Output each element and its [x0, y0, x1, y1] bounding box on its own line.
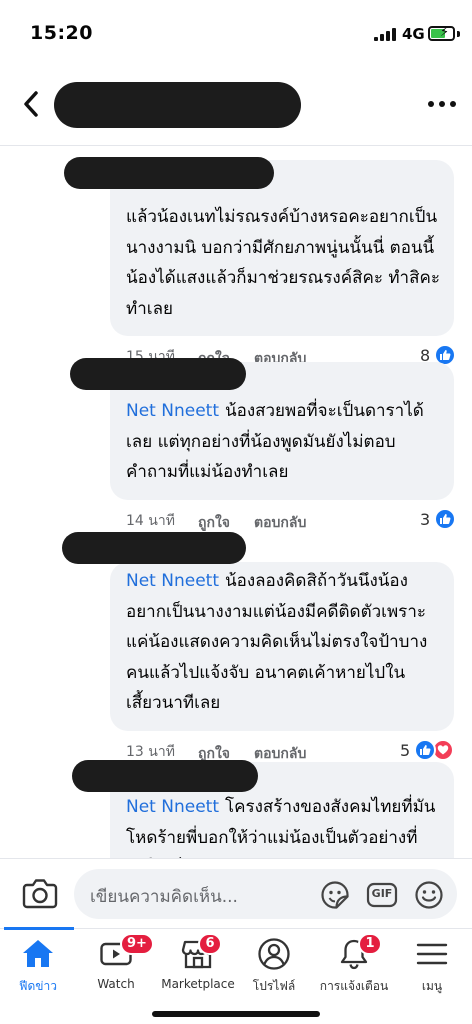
comment-author[interactable]: Net Nneett [126, 401, 219, 421]
notifications-badge: 1 [358, 933, 382, 955]
sticker-icon[interactable] [320, 880, 350, 910]
dot-icon [439, 101, 445, 107]
dot-icon [450, 101, 456, 107]
tab-marketplace[interactable]: 6 Marketplace [152, 929, 244, 999]
watch-badge: 9+ [120, 933, 154, 955]
network-type: 4G [402, 25, 425, 43]
comment-body: น้องลองคิดสิถ้าวันนึงน้องอยากเป็นนางงามแ… [126, 571, 428, 713]
emoji-icon[interactable] [414, 880, 444, 910]
tab-menu[interactable]: เมนู [390, 929, 472, 999]
comment-input-placeholder: เขียนความคิดเห็น... [90, 887, 238, 907]
bottom-tab-bar: ฟีดข่าว 9+ Watch 6 Marketplace โปรไฟล์ 1… [0, 927, 472, 1024]
redacted-commenter-name [70, 358, 246, 390]
comment-author[interactable]: Net Nneett [126, 571, 219, 591]
status-bar: 15:20 4G ⚡ [0, 0, 472, 70]
redacted-page-name [54, 82, 301, 128]
comment-time: 14 นาที [126, 512, 175, 529]
comment-input[interactable]: เขียนความคิดเห็น... GIF [74, 869, 457, 919]
like-reaction-icon[interactable] [434, 507, 456, 530]
comment-text: Net Nneett น้องลองคิดสิถ้าวันนึงน้องอยากเ… [126, 566, 440, 719]
comment-bubble[interactable]: Net Nneett น้องลองคิดสิถ้าวันนึงน้องอยากเ… [110, 562, 454, 731]
home-indicator [152, 1011, 320, 1017]
comment: แล้วน้องเนทไม่รณรงค์บ้างหรอคะอยากเป็นนาง… [110, 160, 456, 370]
chevron-left-icon [24, 91, 38, 117]
comment: Net Nneett น้องลองคิดสิถ้าวันนึงน้องอยากเ… [110, 562, 454, 765]
comment-body: แล้วน้องเนทไม่รณรงค์บ้างหรอคะอยากเป็นนาง… [126, 207, 440, 319]
status-time: 15:20 [30, 22, 93, 44]
tab-notifications[interactable]: 1 การแจ้งเตือน [310, 929, 398, 999]
tab-label: เมนู [421, 979, 443, 993]
camera-icon [22, 879, 58, 909]
redacted-commenter-name [64, 157, 274, 189]
dot-icon [428, 101, 434, 107]
tab-label: Watch [97, 977, 135, 991]
signal-icon [374, 28, 396, 41]
tab-watch[interactable]: 9+ Watch [74, 929, 158, 999]
redacted-commenter-name [72, 760, 258, 792]
like-reaction-icon[interactable] [414, 738, 436, 761]
tab-label: การแจ้งเตือน [319, 979, 389, 993]
tab-label: Marketplace [161, 977, 235, 991]
comment-text: Net Nneett น้องสวยพอที่จะเป็นดาราได้เลย แ… [126, 396, 440, 488]
tab-label: ฟีดข่าว [19, 979, 57, 993]
reaction-count[interactable]: 3 [420, 510, 430, 529]
like-button[interactable]: ถูกใจ [198, 512, 230, 534]
tab-profile[interactable]: โปรไฟล์ [232, 929, 316, 999]
comments-header [0, 70, 472, 146]
tab-label: โปรไฟล์ [252, 979, 296, 993]
battery-icon: ⚡ [428, 25, 455, 41]
home-icon [23, 940, 53, 967]
comment-author[interactable]: Net Nneett [126, 797, 219, 817]
back-button[interactable] [14, 84, 48, 124]
comment-text: แล้วน้องเนทไม่รณรงค์บ้างหรอคะอยากเป็นนาง… [126, 202, 440, 324]
redacted-commenter-name [62, 532, 246, 564]
gif-label: GIF [371, 887, 393, 900]
reaction-count[interactable]: 5 [400, 741, 410, 760]
comment-composer: เขียนความคิดเห็น... GIF [0, 858, 472, 928]
marketplace-badge: 6 [198, 933, 222, 955]
tab-news-feed[interactable]: ฟีดข่าว [0, 929, 80, 999]
menu-icon [416, 943, 448, 965]
more-options-button[interactable] [426, 96, 458, 112]
gif-button[interactable]: GIF [366, 880, 398, 910]
comment-actions: 14 นาที ถูกใจ ตอบกลับ 3 [110, 504, 456, 534]
camera-button[interactable] [22, 877, 58, 909]
profile-icon [258, 938, 290, 970]
battery-tip [457, 31, 460, 37]
reply-button[interactable]: ตอบกลับ [254, 512, 306, 534]
